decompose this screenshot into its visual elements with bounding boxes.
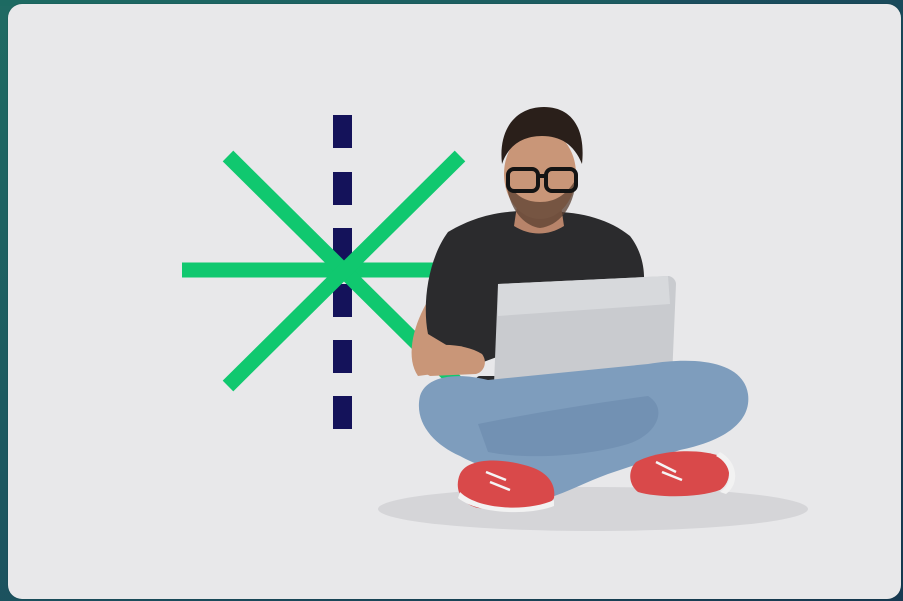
- dash: [333, 172, 352, 205]
- dash: [333, 115, 352, 148]
- floor-shadow: [378, 487, 808, 531]
- photo-illustration: [182, 107, 808, 531]
- person: [411, 107, 749, 513]
- photo-card: [8, 4, 901, 599]
- dash: [333, 396, 352, 429]
- right-sneaker: [630, 451, 729, 497]
- dash: [333, 340, 352, 373]
